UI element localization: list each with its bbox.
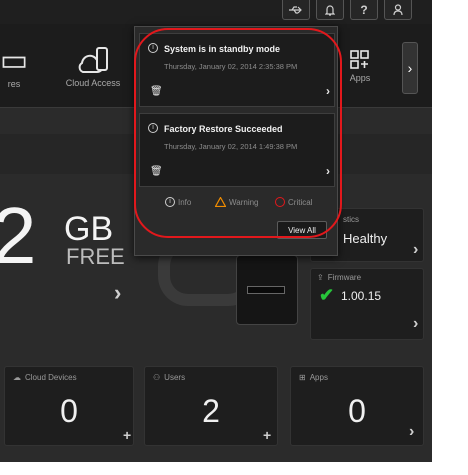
capacity-free-label: FREE — [66, 244, 125, 269]
legend-warning-label: Warning — [229, 197, 259, 207]
chevron-right-icon: › — [407, 60, 413, 76]
capacity-number: 2 — [0, 191, 37, 280]
apps-tile[interactable]: ⊞ Apps 0 › — [290, 366, 424, 446]
view-all-button[interactable]: View All — [277, 221, 327, 239]
apps-icon — [350, 50, 369, 69]
info-icon: i — [148, 123, 158, 133]
nav-item-label: Cloud Access — [65, 78, 121, 88]
firmware-version: 1.00.15 — [341, 289, 382, 303]
nav-item-label: Apps — [349, 73, 371, 83]
tile-title-text: Users — [164, 373, 186, 382]
notification-title: System is in standby mode — [164, 44, 281, 54]
trash-icon[interactable]: 🗑 — [150, 166, 163, 177]
users-tile[interactable]: ⚇ Users 2 + — [144, 366, 278, 446]
chevron-right-icon[interactable]: › — [326, 164, 330, 178]
help-button[interactable]: ? — [350, 0, 378, 20]
cloud-devices-title: ☁ Cloud Devices — [13, 373, 77, 382]
capacity-arrow-icon[interactable]: › — [114, 280, 121, 306]
apps-arrow-icon[interactable]: › — [409, 423, 414, 441]
legend-warning[interactable]: Warning — [215, 197, 259, 207]
critical-icon — [275, 197, 285, 207]
apps-title: ⊞ Apps — [299, 373, 328, 382]
top-bar: ? — [0, 0, 432, 24]
notification-title: Factory Restore Succeeded — [164, 124, 283, 134]
legend-critical[interactable]: Critical — [275, 197, 312, 207]
diagnostics-title: stics — [343, 215, 359, 224]
check-icon: ✔ — [319, 285, 335, 305]
shares-icon: ▭ — [0, 44, 29, 77]
notification-item[interactable]: i System is in standby mode Thursday, Ja… — [139, 33, 335, 107]
firmware-arrow-icon[interactable]: › — [413, 315, 418, 333]
legend-info[interactable]: i Info — [165, 197, 191, 207]
tile-value: 2 — [202, 393, 220, 429]
info-icon: i — [148, 43, 158, 53]
tile-title-text: Apps — [309, 373, 328, 382]
app-window: ? ▭ res Cloud Access Apps › 2 GB FREE › … — [0, 0, 432, 462]
add-user-button[interactable]: + — [263, 427, 271, 443]
info-icon: i — [165, 197, 175, 207]
nav-item-cloud-access[interactable]: Cloud Access — [58, 24, 128, 108]
notification-item[interactable]: i Factory Restore Succeeded Thursday, Ja… — [139, 113, 335, 187]
firmware-title-text: Firmware — [327, 273, 362, 282]
warning-icon — [215, 197, 226, 207]
diagnostics-status: Healthy — [343, 231, 388, 246]
user-icon[interactable] — [384, 0, 412, 20]
users-title: ⚇ Users — [153, 373, 185, 382]
cloud-devices-tile[interactable]: ☁ Cloud Devices 0 + — [4, 366, 134, 446]
nav-item-label: res — [7, 79, 21, 89]
notification-time: Thursday, January 02, 2014 2:35:38 PM — [164, 62, 298, 71]
cloud-devices-icon: ☁ — [13, 373, 21, 382]
add-cloud-device-button[interactable]: + — [123, 427, 131, 443]
diagnostics-arrow-icon[interactable]: › — [413, 241, 418, 259]
apps-small-icon: ⊞ — [299, 373, 306, 382]
help-label: ? — [360, 2, 368, 17]
chevron-right-icon[interactable]: › — [326, 84, 330, 98]
bell-icon[interactable] — [316, 0, 344, 20]
cloud-access-icon — [78, 47, 108, 73]
nas-device-image — [236, 255, 298, 325]
tile-value: 0 — [60, 393, 78, 429]
legend-info-label: Info — [178, 197, 192, 207]
trash-icon[interactable]: 🗑 — [150, 86, 163, 97]
firmware-tile[interactable]: ⇪ Firmware ✔ 1.00.15 › — [310, 268, 424, 340]
firmware-title: ⇪ Firmware — [317, 273, 361, 282]
nav-next-button[interactable]: › — [402, 42, 418, 94]
legend-critical-label: Critical — [288, 197, 313, 207]
nav-item-shares[interactable]: ▭ res — [0, 24, 34, 108]
users-icon: ⚇ — [153, 373, 161, 382]
capacity-unit: GB — [64, 210, 114, 248]
notification-time: Thursday, January 02, 2014 1:49:38 PM — [164, 142, 298, 151]
view-all-label: View All — [288, 225, 316, 235]
tile-value: 0 — [348, 393, 366, 429]
tile-title-text: Cloud Devices — [25, 373, 77, 382]
notifications-popup: i System is in standby mode Thursday, Ja… — [134, 26, 338, 256]
device-display — [247, 286, 285, 294]
usb-icon[interactable] — [282, 0, 310, 20]
firmware-icon: ⇪ — [317, 273, 324, 282]
nav-item-apps[interactable]: Apps — [340, 24, 380, 108]
